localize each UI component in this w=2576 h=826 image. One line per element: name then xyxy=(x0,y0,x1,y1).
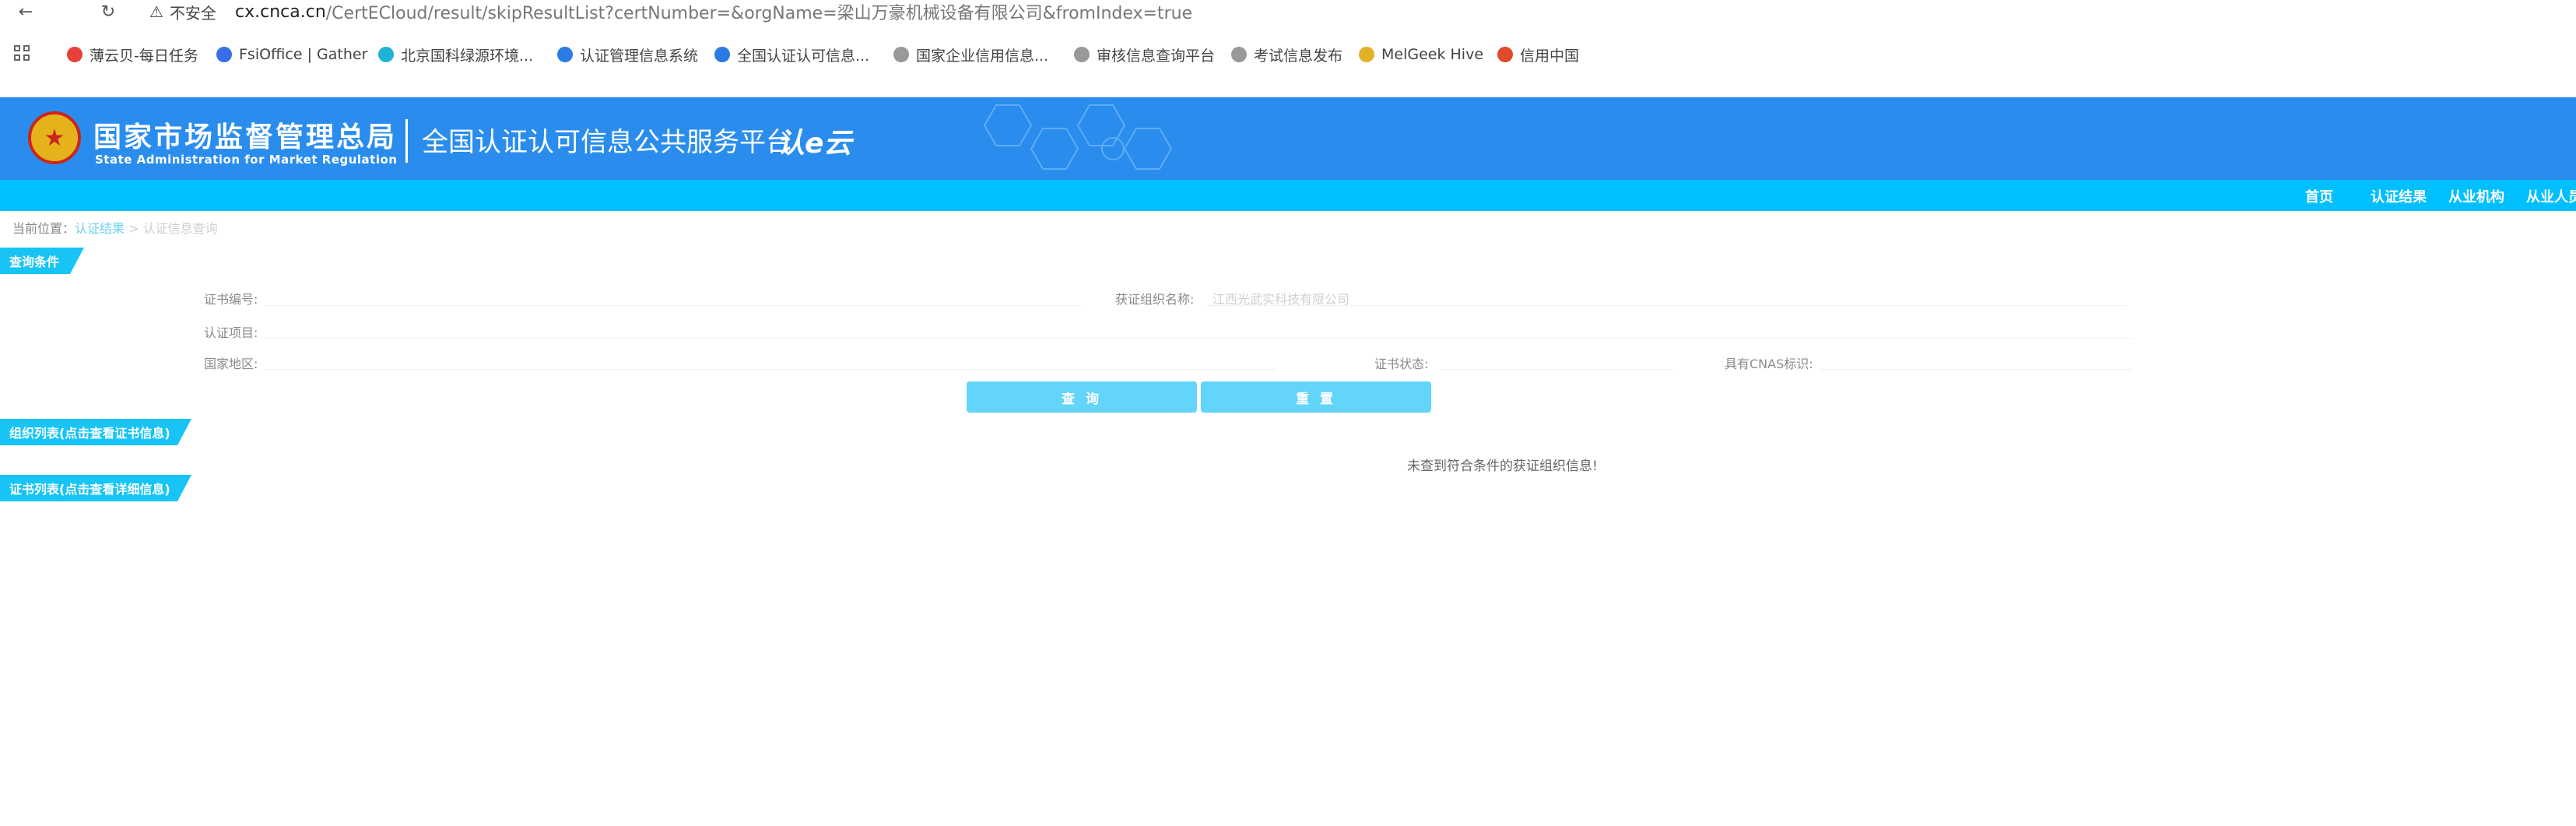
national-emblem-icon[interactable]: ★ xyxy=(28,111,81,164)
bookmark-label: MelGeek Hive xyxy=(1381,46,1484,63)
nav-item-home[interactable]: 首页 xyxy=(2305,186,2333,206)
apps-grid-icon[interactable] xyxy=(14,45,31,62)
bookmark-favicon-icon xyxy=(1074,47,1090,62)
org-name-underline xyxy=(1208,305,2126,306)
bookmark-label: 国家企业信用信息... xyxy=(916,47,1049,65)
bookmark-label: 北京国科绿源环境... xyxy=(401,47,534,65)
bookmark-item[interactable]: 全国认证认可信息... xyxy=(714,45,870,65)
section-title: 证书列表(点击查看详细信息) xyxy=(0,475,191,501)
project-options[interactable] xyxy=(265,338,2132,339)
reset-button[interactable]: 重 置 xyxy=(1201,381,1431,413)
cert-number-label: 证书编号: xyxy=(204,292,258,307)
nav-item-results[interactable]: 认证结果 xyxy=(2371,186,2427,206)
bookmark-item[interactable]: 国家企业信用信息... xyxy=(893,45,1049,65)
breadcrumb-prefix: 当前位置： xyxy=(12,221,75,236)
bookmark-favicon-icon xyxy=(216,47,232,62)
breadcrumb: 当前位置：认证结果 > 认证信息查询 xyxy=(12,218,218,237)
query-button[interactable]: 查 询 xyxy=(967,381,1197,413)
bookmark-label: FsiOffice | Gather xyxy=(239,46,368,63)
cert-status-label: 证书状态: xyxy=(1374,357,1429,371)
url-field[interactable]: cx.cnca.cn/CertECloud/result/skipResultL… xyxy=(235,2,1193,24)
bookmark-label: 薄云贝-每日任务 xyxy=(89,47,198,65)
bookmark-label: 考试信息发布 xyxy=(1254,47,1343,65)
security-indicator[interactable]: ⚠ 不安全 xyxy=(149,2,216,23)
empty-result-message: 未查到符合条件的获证组织信息! xyxy=(1407,459,1598,474)
bookmarks-bar: 薄云贝-每日任务 FsiOffice | Gather 北京国科绿源环境... … xyxy=(0,40,2576,69)
bookmark-favicon-icon xyxy=(67,47,82,62)
bookmark-label: 审核信息查询平台 xyxy=(1097,47,1216,65)
breadcrumb-current: 认证信息查询 xyxy=(142,221,218,236)
bookmark-favicon-icon xyxy=(378,47,394,62)
bookmark-item[interactable]: MelGeek Hive xyxy=(1359,45,1483,64)
section-title: 组织列表(点击查看证书信息) xyxy=(0,419,191,445)
bookmark-item[interactable]: 北京国科绿源环境... xyxy=(378,45,534,65)
org-name-label: 获证组织名称: xyxy=(1115,292,1195,307)
section-title: 查询条件 xyxy=(0,248,84,274)
bookmark-item[interactable]: 信用中国 xyxy=(1497,45,1580,65)
agency-name-en: State Administration for Market Regulati… xyxy=(95,153,398,167)
brand-logo: 认e云 xyxy=(777,128,852,160)
bookmark-item[interactable]: FsiOffice | Gather xyxy=(216,45,367,64)
bookmark-favicon-icon xyxy=(1359,47,1374,62)
cnas-options[interactable] xyxy=(1821,369,2132,370)
region-options[interactable] xyxy=(265,369,1276,370)
project-label: 认证项目: xyxy=(204,325,258,340)
nav-item-practitioners[interactable]: 从业人员 xyxy=(2526,186,2576,206)
warning-icon: ⚠ xyxy=(149,2,163,21)
url-host: cx.cnca.cn xyxy=(235,2,326,22)
main-nav: 首页 认证结果 从业机构 从业人员 xyxy=(0,180,2576,211)
bookmark-label: 全国认证认可信息... xyxy=(737,47,870,65)
bookmark-favicon-icon xyxy=(893,47,909,62)
agency-name-cn: 国家市场监督管理总局 xyxy=(93,121,398,153)
bookmark-item[interactable]: 考试信息发布 xyxy=(1231,45,1343,65)
bookmark-favicon-icon xyxy=(714,47,730,62)
cert-number-input[interactable] xyxy=(265,305,1082,306)
cnas-label: 具有CNAS标识: xyxy=(1725,357,1813,371)
bookmark-favicon-icon xyxy=(1497,47,1513,62)
bookmark-favicon-icon xyxy=(557,47,573,62)
header-divider xyxy=(405,119,408,163)
reload-icon[interactable]: ↻ xyxy=(97,0,120,23)
region-label: 国家地区: xyxy=(204,357,258,371)
bookmark-item[interactable]: 认证管理信息系统 xyxy=(557,45,699,65)
bookmark-label: 认证管理信息系统 xyxy=(580,47,699,65)
bookmark-item[interactable]: 审核信息查询平台 xyxy=(1074,45,1216,65)
bookmark-favicon-icon xyxy=(1231,47,1247,62)
platform-title: 全国认证认可信息公共服务平台 xyxy=(422,127,792,158)
cert-status-options[interactable] xyxy=(1440,369,1673,370)
site-banner: ★ 国家市场监督管理总局 State Administration for Ma… xyxy=(0,97,2576,180)
nav-item-institutions[interactable]: 从业机构 xyxy=(2448,186,2504,206)
bookmark-label: 信用中国 xyxy=(1520,47,1580,65)
browser-address-bar: ← ↻ ⚠ 不安全 cx.cnca.cn/CertECloud/result/s… xyxy=(0,0,2576,23)
breadcrumb-link[interactable]: 认证结果 xyxy=(75,221,125,236)
insecure-label: 不安全 xyxy=(169,3,216,23)
breadcrumb-separator: > xyxy=(125,221,143,236)
arrow-left-icon[interactable]: ← xyxy=(14,0,37,23)
hexagon-decoration-icon xyxy=(983,104,1173,170)
bookmark-item[interactable]: 薄云贝-每日任务 xyxy=(67,45,198,65)
url-path: /CertECloud/result/skipResultList?certNu… xyxy=(325,4,1193,23)
